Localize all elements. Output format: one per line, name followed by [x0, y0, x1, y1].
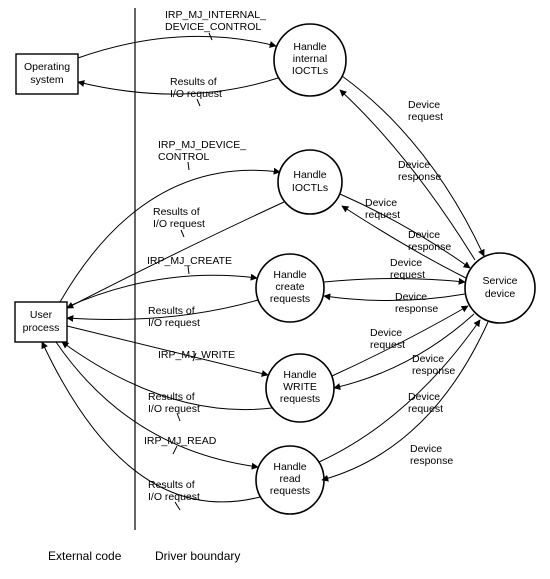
- node-operating-system: Operating system: [16, 54, 78, 94]
- svg-text:Handle: Handle: [293, 41, 326, 53]
- svg-text:request: request: [365, 209, 400, 221]
- svg-text:WRITE: WRITE: [283, 381, 317, 393]
- svg-text:Handle: Handle: [293, 169, 326, 181]
- label-irp-devctl-2: CONTROL: [158, 151, 209, 163]
- svg-text:device: device: [485, 288, 516, 300]
- svg-text:IOCTLs: IOCTLs: [292, 182, 328, 194]
- node-user-label-1: User: [30, 309, 53, 321]
- svg-text:Device: Device: [398, 159, 430, 171]
- node-os-label-1: Operating: [24, 61, 70, 73]
- svg-text:response: response: [410, 455, 453, 467]
- svg-text:request: request: [370, 339, 405, 351]
- edge-read-to-user: [42, 342, 260, 502]
- svg-text:read: read: [279, 473, 300, 485]
- label-irp-devctl-1: IRP_MJ_DEVICE_: [158, 139, 246, 151]
- svg-text:request: request: [408, 111, 443, 123]
- node-handle-read-requests: Handle read requests: [256, 446, 324, 514]
- node-service-device: Service device: [465, 253, 535, 323]
- svg-text:response: response: [398, 171, 441, 183]
- node-user-process: User process: [15, 302, 67, 342]
- svg-text:Device: Device: [408, 391, 440, 403]
- svg-text:response: response: [408, 241, 451, 253]
- label-results3-l1: Results of: [148, 305, 195, 317]
- node-user-label-2: process: [23, 322, 60, 334]
- label-results3-l2: I/O request: [148, 317, 200, 329]
- node-handle-create-requests: Handle create requests: [256, 254, 324, 322]
- svg-text:Handle: Handle: [283, 369, 316, 381]
- node-handle-internal-ioctls: Handle internal IOCTLs: [274, 24, 346, 96]
- label-irp-internal-2: DEVICE_CONTROL: [165, 21, 261, 33]
- svg-text:response: response: [395, 303, 438, 315]
- svg-text:create: create: [275, 281, 304, 293]
- label-results5-l1: Results of: [148, 479, 195, 491]
- svg-text:requests: requests: [280, 393, 320, 405]
- svg-text:requests: requests: [270, 293, 310, 305]
- label-results4-l1: Results of: [148, 391, 195, 403]
- label-results1-l2: I/O request: [170, 88, 222, 100]
- svg-text:requests: requests: [270, 485, 310, 497]
- label-irp-read: IRP_MJ_READ: [144, 435, 217, 447]
- svg-text:Device: Device: [370, 327, 402, 339]
- svg-text:Device: Device: [390, 257, 422, 269]
- label-results4-l2: I/O request: [148, 403, 200, 415]
- svg-text:internal: internal: [293, 53, 327, 65]
- svg-text:Device: Device: [408, 229, 440, 241]
- svg-text:Device: Device: [365, 197, 397, 209]
- svg-text:Device: Device: [410, 443, 442, 455]
- node-os-label-2: system: [30, 74, 64, 86]
- svg-text:Service: Service: [482, 275, 517, 287]
- label-irp-internal-1: IRP_MJ_INTERNAL_: [165, 9, 266, 21]
- node-handle-write-requests: Handle WRITE requests: [266, 354, 334, 422]
- svg-text:request: request: [408, 403, 443, 415]
- label-results2-l2: I/O request: [153, 218, 205, 230]
- svg-text:Handle: Handle: [273, 269, 306, 281]
- label-results2-l1: Results of: [153, 206, 200, 218]
- svg-text:Device: Device: [395, 291, 427, 303]
- edge-os-to-internal-ioctls: [78, 36, 276, 58]
- svg-text:Device: Device: [408, 99, 440, 111]
- node-handle-ioctls: Handle IOCTLs: [278, 150, 342, 214]
- svg-text:IOCTLs: IOCTLs: [292, 65, 328, 77]
- svg-text:response: response: [412, 365, 455, 377]
- svg-text:Handle: Handle: [273, 461, 306, 473]
- edge-user-to-create: [67, 275, 257, 307]
- svg-text:Device: Device: [412, 353, 444, 365]
- label-irp-create: IRP_MJ_CREATE: [147, 255, 232, 267]
- label-driver-boundary: Driver boundary: [155, 549, 240, 563]
- label-results1-l1: Results of: [170, 76, 217, 88]
- edge-user-to-ioctls: [60, 170, 280, 302]
- svg-text:request: request: [390, 269, 425, 281]
- label-external-code: External code: [48, 549, 122, 563]
- label-irp-write: IRP_MJ_WRITE: [158, 349, 235, 361]
- label-results5-l2: I/O request: [148, 491, 200, 503]
